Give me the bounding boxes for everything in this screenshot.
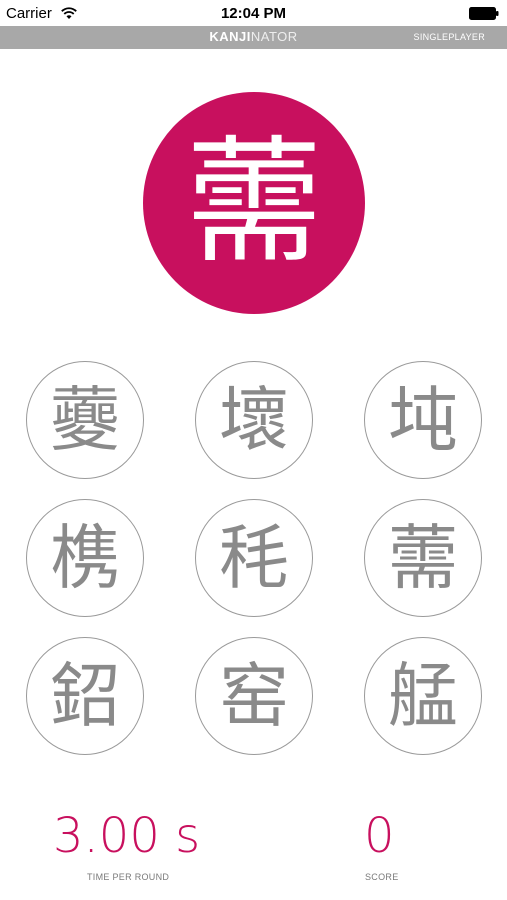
choice-kanji: 薷 [388, 517, 458, 599]
app-title-bold: KANJI [209, 29, 251, 44]
choice-kanji: 槜 [50, 517, 120, 599]
target-kanji-circle: 薷 [143, 92, 365, 314]
app-title-light: NATOR [250, 29, 298, 44]
kanji-choice-button[interactable]: 鉊 [26, 637, 144, 755]
choice-kanji: 鉊 [50, 655, 120, 737]
time-per-round-value: 3.00 s [53, 808, 201, 864]
kanji-choice-button[interactable]: 坉 [364, 361, 482, 479]
clock-time: 12:04 PM [220, 5, 287, 22]
kanji-choice-button[interactable]: 虁 [26, 361, 144, 479]
kanji-choice-button[interactable]: 槜 [26, 499, 144, 617]
status-bar: Carrier 12:04 PM [0, 0, 507, 26]
nav-bar: KANJINATOR SINGLEPLAYER [0, 26, 507, 49]
kanji-choice-button[interactable]: 薷 [364, 499, 482, 617]
choice-kanji: 壞 [219, 379, 289, 461]
choice-kanji: 艋 [388, 655, 458, 737]
battery-icon [469, 7, 499, 20]
kanji-choice-button[interactable]: 秏 [195, 499, 313, 617]
kanji-choice-button[interactable]: 艋 [364, 637, 482, 755]
kanji-choice-button[interactable]: 窑 [195, 637, 313, 755]
choice-kanji: 窑 [219, 655, 289, 737]
choice-kanji: 坉 [388, 379, 458, 461]
score-label: SCORE [365, 872, 399, 882]
choice-kanji: 虁 [50, 379, 120, 461]
score-value: 0 [364, 808, 395, 864]
target-kanji: 薷 [186, 124, 322, 282]
kanji-choice-button[interactable]: 壞 [195, 361, 313, 479]
game-mode-label: SINGLEPLAYER [413, 32, 485, 42]
time-per-round-label: TIME PER ROUND [87, 872, 170, 882]
choice-kanji: 秏 [219, 517, 289, 599]
